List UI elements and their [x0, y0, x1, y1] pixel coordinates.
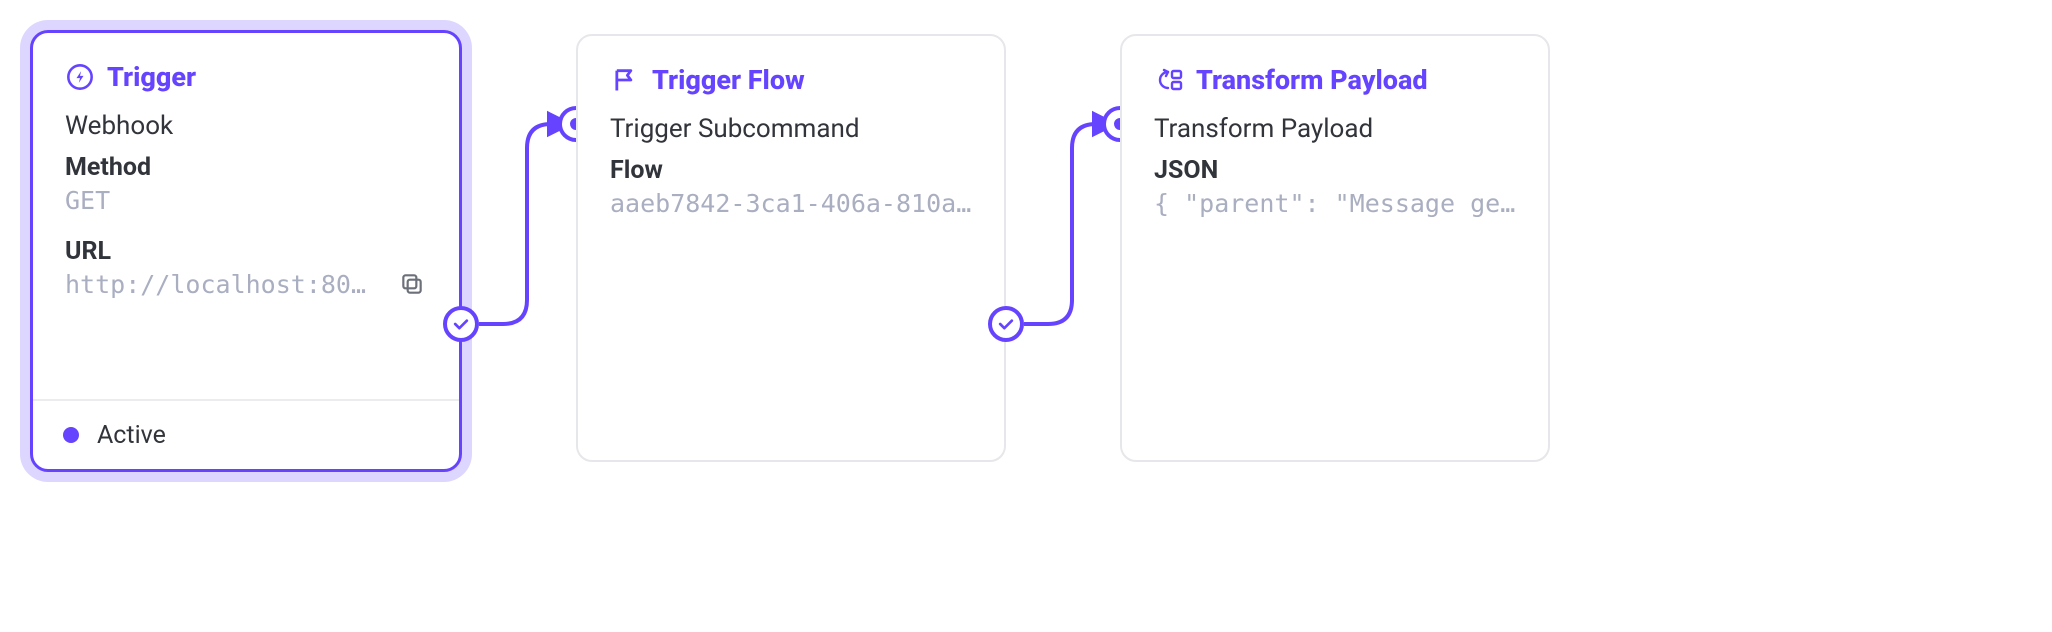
trigger-subtitle: Webhook: [65, 111, 427, 141]
transform-field-label: JSON: [1154, 156, 1516, 185]
flow-card[interactable]: Trigger Flow Trigger Subcommand Flow aae…: [576, 34, 1006, 462]
connector-out-success-icon[interactable]: [443, 306, 479, 342]
bolt-icon: [65, 62, 95, 92]
transform-field-value: { "parent": "Message gener…: [1154, 189, 1516, 218]
transform-card[interactable]: Transform Payload Transform Payload JSON…: [1120, 34, 1550, 462]
flow-subtitle: Trigger Subcommand: [610, 114, 972, 144]
trigger-status-footer: Active: [33, 399, 459, 469]
transform-title: Transform Payload: [1196, 64, 1428, 96]
trigger-title: Trigger: [107, 61, 196, 93]
trigger-url-row: http://localhost:8055/f…: [65, 270, 427, 299]
connector-path-2: [1024, 106, 1120, 342]
flag-icon: [610, 65, 640, 95]
trigger-title-row: Trigger: [65, 61, 427, 93]
connector-out-success-icon[interactable]: [988, 306, 1024, 342]
trigger-card[interactable]: Trigger Webhook Method GET URL http://lo…: [30, 30, 462, 472]
trigger-url-label: URL: [65, 237, 427, 266]
transform-icon: [1154, 65, 1184, 95]
trigger-status-label: Active: [97, 421, 166, 450]
copy-icon[interactable]: [399, 271, 427, 299]
connector-path-1: [479, 106, 576, 342]
flow-title: Trigger Flow: [652, 64, 805, 96]
flow-field-label: Flow: [610, 156, 972, 185]
status-dot-icon: [63, 427, 79, 443]
flow-field-value: aaeb7842-3ca1-406a-810a-ed…: [610, 189, 972, 218]
transform-subtitle: Transform Payload: [1154, 114, 1516, 144]
flow-title-row: Trigger Flow: [610, 64, 972, 96]
transform-title-row: Transform Payload: [1154, 64, 1516, 96]
trigger-method-label: Method: [65, 153, 427, 182]
trigger-method-value: GET: [65, 186, 427, 215]
trigger-url-value: http://localhost:8055/f…: [65, 270, 375, 299]
